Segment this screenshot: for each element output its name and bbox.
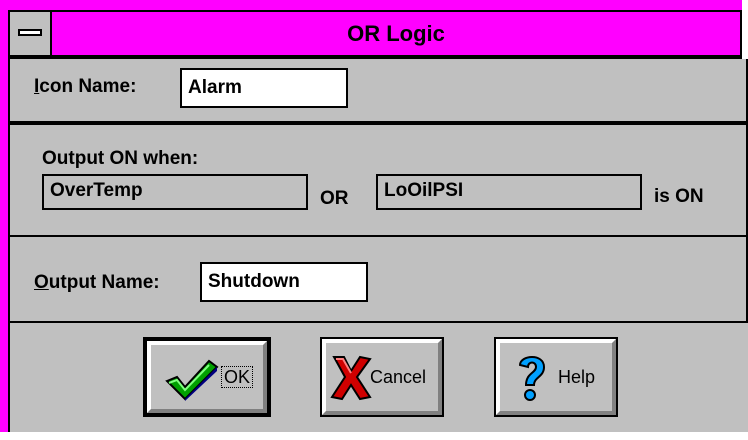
- system-menu-button[interactable]: [10, 12, 52, 55]
- or-operator-label: OR: [320, 188, 349, 209]
- output-name-label: Output Name:: [34, 272, 160, 293]
- icon-name-field[interactable]: Alarm: [180, 68, 348, 108]
- help-button-label: Help: [558, 367, 596, 387]
- icon-name-label: Icon Name:: [34, 76, 137, 97]
- ok-button[interactable]: OK: [143, 337, 271, 417]
- system-menu-icon: [18, 29, 42, 36]
- output-on-heading: Output ON when:: [42, 148, 199, 169]
- is-on-label: is ON: [654, 186, 704, 207]
- help-button[interactable]: Help: [494, 337, 618, 417]
- checkmark-icon: [165, 359, 219, 401]
- x-icon: [330, 355, 372, 401]
- cancel-button-label: Cancel: [370, 367, 427, 387]
- question-icon: [518, 356, 546, 401]
- cancel-button[interactable]: Cancel: [320, 337, 444, 417]
- output-name-field[interactable]: Shutdown: [200, 262, 368, 302]
- window-title: OR Logic: [347, 21, 445, 46]
- title-bar[interactable]: OR Logic: [8, 10, 742, 57]
- second-input-field[interactable]: LoOilPSI: [376, 174, 642, 210]
- ok-button-label: OK: [221, 366, 254, 388]
- first-input-field[interactable]: OverTemp: [42, 174, 308, 210]
